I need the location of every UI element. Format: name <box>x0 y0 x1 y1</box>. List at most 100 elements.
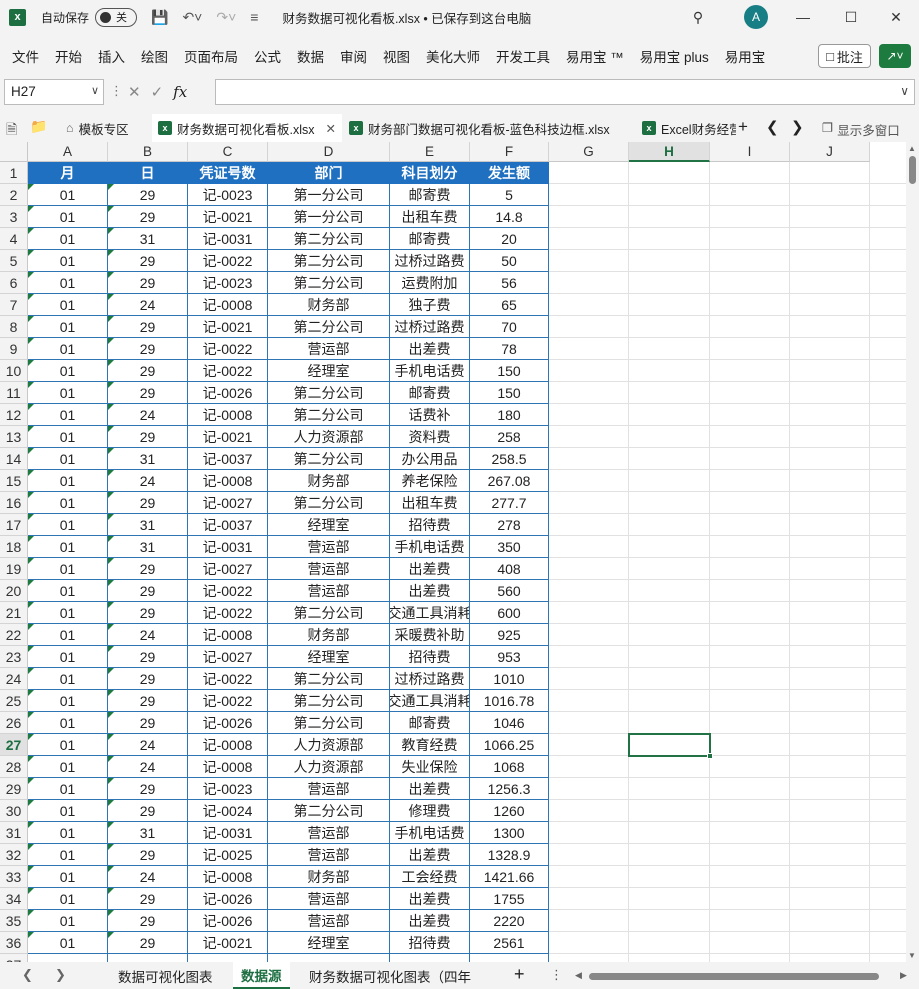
table-cell[interactable]: 31 <box>108 228 188 250</box>
row-header[interactable]: 22 <box>0 624 28 646</box>
table-cell[interactable]: 财务部 <box>268 294 390 316</box>
table-cell[interactable]: 过桥过路费 <box>390 316 470 338</box>
table-cell[interactable]: 29 <box>108 250 188 272</box>
table-cell[interactable]: 01 <box>28 514 108 536</box>
tab-template[interactable]: ⌂ 模板专区 <box>60 114 150 142</box>
column-header-I[interactable]: I <box>710 142 790 162</box>
row-header[interactable]: 2 <box>0 184 28 206</box>
table-cell[interactable]: 过桥过路费 <box>390 668 470 690</box>
row-header[interactable]: 24 <box>0 668 28 690</box>
table-cell[interactable]: 出差费 <box>390 888 470 910</box>
table-cell[interactable]: 记-0022 <box>188 360 268 382</box>
menu-item-7[interactable]: 审阅 <box>332 46 375 66</box>
table-cell[interactable]: 记-0022 <box>188 690 268 712</box>
table-cell[interactable]: 29 <box>108 932 188 954</box>
row-header[interactable]: 28 <box>0 756 28 778</box>
table-cell[interactable]: 手机电话费 <box>390 822 470 844</box>
spreadsheet-grid[interactable]: A B C D E F G H I J 1 2 3 4 5 6 7 8 9 10 11 12 13 14 15 16 17 18 19 2… <box>0 142 906 962</box>
table-cell[interactable]: 01 <box>28 866 108 888</box>
next-sheet-icon[interactable]: ❯ <box>55 967 66 983</box>
table-cell[interactable]: 记-0008 <box>188 624 268 646</box>
table-cell[interactable]: 1755 <box>470 888 549 910</box>
row-header[interactable]: 29 <box>0 778 28 800</box>
row-header[interactable]: 12 <box>0 404 28 426</box>
menu-item-9[interactable]: 美化大师 <box>418 46 488 66</box>
table-cell[interactable]: 第二分公司 <box>268 492 390 514</box>
sheet-tab-four-years[interactable]: 财务数据可视化图表（四年 <box>309 962 505 989</box>
table-cell[interactable]: 记-0037 <box>188 514 268 536</box>
table-cell[interactable]: 01 <box>28 404 108 426</box>
table-header-cell[interactable]: 日 <box>108 162 188 184</box>
scroll-up-icon[interactable]: ▲ <box>908 144 916 153</box>
avatar[interactable]: A <box>744 5 768 29</box>
table-cell[interactable]: 失业保险 <box>390 756 470 778</box>
table-cell[interactable] <box>268 954 390 962</box>
row-header[interactable]: 21 <box>0 602 28 624</box>
table-cell[interactable]: 记-0031 <box>188 822 268 844</box>
table-cell[interactable]: 180 <box>470 404 549 426</box>
new-file-icon[interactable]: 🗎 <box>6 119 17 143</box>
vertical-scrollbar[interactable]: ▲ ▼ <box>906 142 919 962</box>
table-cell[interactable] <box>28 954 108 962</box>
table-cell[interactable]: 65 <box>470 294 549 316</box>
table-cell[interactable]: 人力资源部 <box>268 756 390 778</box>
table-cell[interactable]: 手机电话费 <box>390 360 470 382</box>
formula-input[interactable]: ∨ <box>215 79 915 105</box>
table-cell[interactable]: 29 <box>108 910 188 932</box>
table-cell[interactable]: 人力资源部 <box>268 426 390 448</box>
table-cell[interactable]: 邮寄费 <box>390 228 470 250</box>
chevron-left-icon[interactable]: ❮ <box>766 118 779 136</box>
table-cell[interactable]: 01 <box>28 448 108 470</box>
table-cell[interactable]: 29 <box>108 272 188 294</box>
table-cell[interactable]: 408 <box>470 558 549 580</box>
table-cell[interactable]: 01 <box>28 272 108 294</box>
table-cell[interactable]: 独子费 <box>390 294 470 316</box>
undo-icon[interactable]: ↶˅ <box>182 9 202 26</box>
expand-formula-icon[interactable]: ∨ <box>900 84 909 98</box>
table-cell[interactable]: 560 <box>470 580 549 602</box>
tab-current-file[interactable]: x 财务数据可视化看板.xlsx ✕ <box>152 114 342 142</box>
table-cell[interactable]: 第二分公司 <box>268 690 390 712</box>
table-cell[interactable]: 修理费 <box>390 800 470 822</box>
table-cell[interactable]: 第一分公司 <box>268 184 390 206</box>
table-cell[interactable]: 29 <box>108 426 188 448</box>
table-cell[interactable]: 第二分公司 <box>268 712 390 734</box>
row-header[interactable]: 7 <box>0 294 28 316</box>
table-header-cell[interactable]: 部门 <box>268 162 390 184</box>
column-header-C[interactable]: C <box>188 142 268 162</box>
table-cell[interactable]: 278 <box>470 514 549 536</box>
table-cell[interactable]: 记-0021 <box>188 932 268 954</box>
table-cell[interactable]: 招待费 <box>390 514 470 536</box>
row-header[interactable]: 26 <box>0 712 28 734</box>
table-cell[interactable]: 70 <box>470 316 549 338</box>
table-cell[interactable]: 第二分公司 <box>268 404 390 426</box>
table-cell[interactable]: 1260 <box>470 800 549 822</box>
table-cell[interactable]: 01 <box>28 646 108 668</box>
table-cell[interactable]: 第二分公司 <box>268 382 390 404</box>
table-cell[interactable]: 出租车费 <box>390 206 470 228</box>
table-cell[interactable]: 记-0022 <box>188 602 268 624</box>
table-cell[interactable]: 记-0022 <box>188 338 268 360</box>
autosave-toggle[interactable]: 关 <box>95 7 138 27</box>
table-cell[interactable]: 记-0023 <box>188 778 268 800</box>
table-cell[interactable]: 56 <box>470 272 549 294</box>
table-cell[interactable]: 1068 <box>470 756 549 778</box>
table-cell[interactable]: 记-0022 <box>188 580 268 602</box>
table-cell[interactable]: 1066.25 <box>470 734 549 756</box>
table-header-cell[interactable]: 凭证号数 <box>188 162 268 184</box>
column-header-B[interactable]: B <box>108 142 188 162</box>
table-cell[interactable]: 记-0027 <box>188 646 268 668</box>
comment-button[interactable]: □ 批注 <box>818 44 871 68</box>
table-cell[interactable]: 1421.66 <box>470 866 549 888</box>
table-cell[interactable]: 营运部 <box>268 580 390 602</box>
table-cell[interactable]: 5 <box>470 184 549 206</box>
table-cell[interactable]: 人力资源部 <box>268 734 390 756</box>
table-cell[interactable]: 招待费 <box>390 646 470 668</box>
table-cell[interactable]: 258 <box>470 426 549 448</box>
row-header[interactable]: 25 <box>0 690 28 712</box>
table-cell[interactable]: 记-0022 <box>188 250 268 272</box>
table-cell[interactable]: 20 <box>470 228 549 250</box>
table-cell[interactable]: 01 <box>28 426 108 448</box>
table-cell[interactable]: 31 <box>108 536 188 558</box>
search-icon[interactable]: ⚲ <box>675 0 721 34</box>
